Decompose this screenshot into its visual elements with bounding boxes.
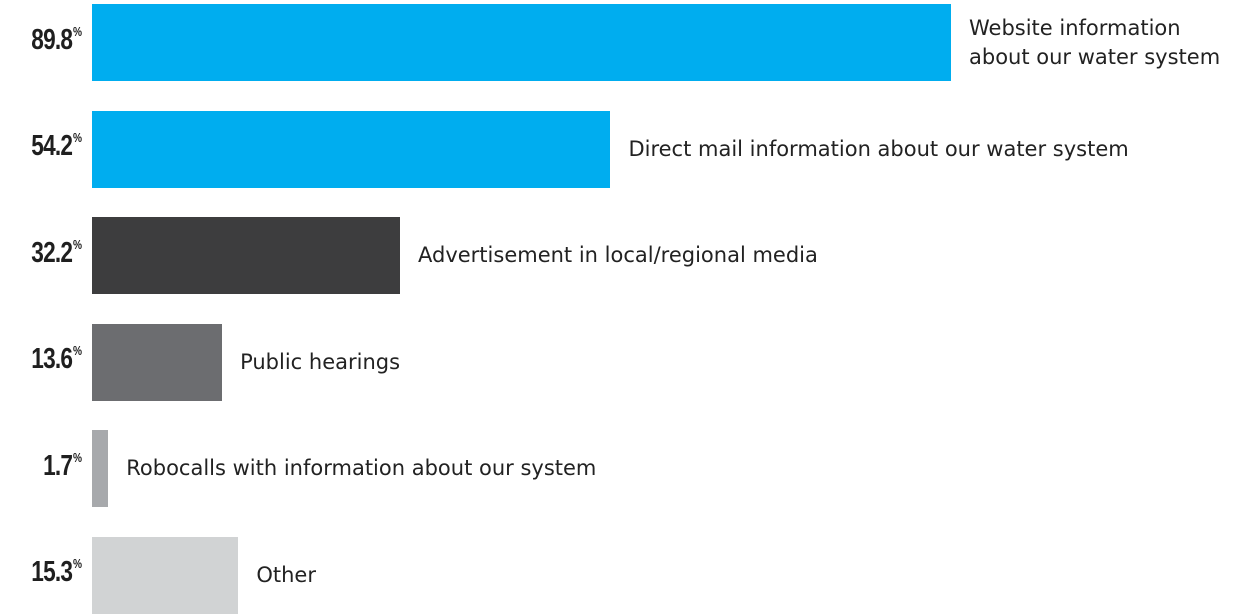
value-number: 54.2 xyxy=(31,130,73,162)
bar-2 xyxy=(92,110,611,188)
category-label-1: Website information about our water syste… xyxy=(969,14,1220,72)
percent-sign: % xyxy=(72,130,82,145)
value-number: 1.7 xyxy=(43,449,73,482)
value-number: 32.2 xyxy=(31,236,73,269)
bar-1 xyxy=(92,4,951,81)
percent-sign: % xyxy=(72,449,82,465)
category-label-line: Public hearings xyxy=(240,349,401,374)
category-label-line: Direct mail information about our water … xyxy=(628,136,1129,161)
bar-3 xyxy=(92,217,400,294)
category-label-6: Other xyxy=(256,561,316,590)
value-number: 15.3 xyxy=(31,556,73,588)
percent-sign: % xyxy=(72,556,82,571)
bar-5 xyxy=(92,430,109,507)
category-label-3: Advertisement in local/regional media xyxy=(418,241,818,270)
value-label-5: 1.7% xyxy=(18,450,82,483)
value-label-3: 32.2% xyxy=(18,237,82,270)
category-label-4: Public hearings xyxy=(240,348,400,377)
value-label-4: 13.6% xyxy=(18,343,82,376)
value-number: 89.8 xyxy=(31,23,73,56)
percent-sign: % xyxy=(72,343,82,358)
value-number: 13.6 xyxy=(31,343,73,375)
category-label-5: Robocalls with information about our sys… xyxy=(126,454,596,483)
category-label-2: Direct mail information about our water … xyxy=(628,135,1128,164)
value-label-1: 89.8% xyxy=(18,24,82,57)
category-label-line: Robocalls with information about our sys… xyxy=(126,456,597,480)
category-label-line: about our water system xyxy=(969,44,1221,69)
category-label-line: Website information xyxy=(969,15,1181,40)
category-label-line: Advertisement in local/regional media xyxy=(418,243,818,267)
value-label-6: 15.3% xyxy=(18,556,82,589)
category-label-line: Other xyxy=(256,562,316,587)
bar-6 xyxy=(92,536,239,614)
bar-chart: 89.8% Website information about our water … xyxy=(0,0,1256,614)
bar-4 xyxy=(92,323,223,401)
percent-sign: % xyxy=(72,236,82,252)
percent-sign: % xyxy=(72,23,82,39)
value-label-2: 54.2% xyxy=(18,130,82,163)
